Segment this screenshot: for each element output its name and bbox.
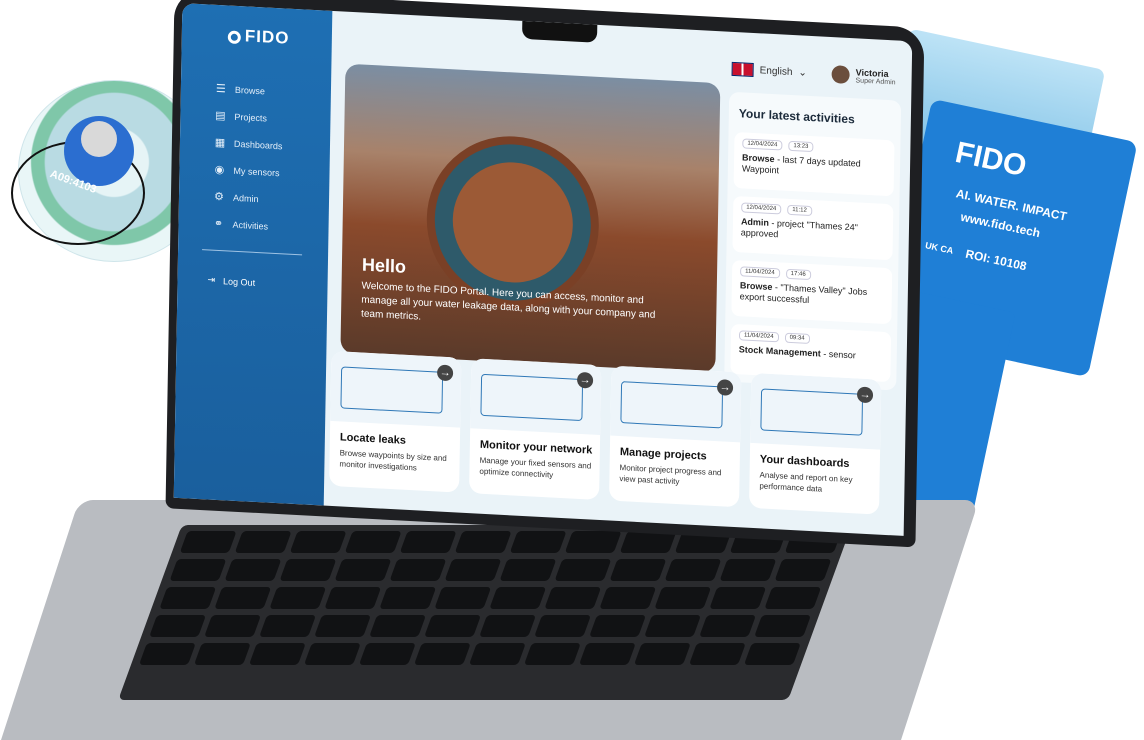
sensor-bolt xyxy=(81,121,117,157)
arrow-right-icon[interactable]: → xyxy=(856,386,874,404)
sidebar-item-browse[interactable]: ☰ Browse xyxy=(215,75,284,106)
hero-text: Welcome to the FIDO Portal. Here you can… xyxy=(360,280,656,323)
card-description: Monitor project progress and view past a… xyxy=(619,463,722,487)
map-illustration xyxy=(330,350,462,428)
card-description: Analyse and report on key performance da… xyxy=(759,470,853,494)
user-role: Super Admin xyxy=(855,76,896,86)
language-label: English xyxy=(759,64,793,78)
date-badge: 11/04/2024 xyxy=(738,330,779,343)
card-title: Monitor your network xyxy=(479,438,593,457)
sidebar-item-label: Admin xyxy=(232,192,259,204)
gear-icon: ⚙ xyxy=(213,190,225,203)
date-badge: 12/04/2024 xyxy=(742,138,783,151)
sidebar-item-label: Browse xyxy=(234,84,266,96)
logout-button[interactable]: ⇥ Log Out xyxy=(207,274,255,287)
sidebar-item-label: Dashboards xyxy=(233,138,283,151)
activity-item[interactable]: 12/04/2024 11:12 Admin - project "Thames … xyxy=(732,195,894,261)
activities-panel: Your latest activities 12/04/2024 13:23 B… xyxy=(724,91,902,391)
projects-illustration xyxy=(610,365,742,443)
arrow-right-icon[interactable]: → xyxy=(576,371,594,389)
sidebar-item-label: Projects xyxy=(234,111,268,124)
activity-item[interactable]: 12/04/2024 13:23 Browse - last 7 days upd… xyxy=(733,132,895,197)
time-badge: 09:34 xyxy=(784,332,810,344)
sidebar-divider xyxy=(202,249,303,256)
sensor-icon: ◉ xyxy=(214,163,225,176)
card-title: Locate leaks xyxy=(339,431,407,447)
card-description: Manage your fixed sensors and optimize c… xyxy=(479,455,592,480)
sidebar: FIDO ☰ Browse ▤ Projects ▦ Dashboards ◉ My s… xyxy=(173,3,333,506)
canyon-photo xyxy=(451,159,574,286)
card-title: Your dashboards xyxy=(759,453,850,471)
activity-item[interactable]: 11/04/2024 17:46 Browse - "Thames Valley"… xyxy=(731,259,893,325)
sidebar-item-dashboards[interactable]: ▦ Dashboards xyxy=(214,129,283,160)
logout-icon: ⇥ xyxy=(207,274,216,285)
date-badge: 11/04/2024 xyxy=(740,266,780,279)
hero-title: Hello xyxy=(361,254,407,277)
time-badge: 13:23 xyxy=(788,140,814,153)
card-manage-projects[interactable]: → Manage projects Monitor project progre… xyxy=(609,365,742,508)
network-illustration xyxy=(470,358,602,436)
card-title: Manage projects xyxy=(619,446,707,463)
date-badge: 12/04/2024 xyxy=(741,202,782,215)
sidebar-item-projects[interactable]: ▤ Projects xyxy=(214,102,283,133)
card-description: Browse waypoints by size and monitor inv… xyxy=(339,448,447,473)
fido-logo-icon xyxy=(227,30,241,45)
card-monitor-network[interactable]: → Monitor your network Manage your fixed… xyxy=(469,358,602,500)
sidebar-item-admin[interactable]: ⚙ Admin xyxy=(213,183,282,214)
list-icon: ☰ xyxy=(215,82,226,95)
laptop-keyboard xyxy=(118,525,852,700)
time-badge: 11:12 xyxy=(787,204,812,217)
time-badge: 17:46 xyxy=(785,268,811,281)
camera-notch xyxy=(522,20,598,43)
uk-flag-icon xyxy=(731,61,754,77)
activity-icon: ⚭ xyxy=(213,217,224,230)
hero-banner: Hello Welcome to the FIDO Portal. Here y… xyxy=(340,63,721,374)
arrow-right-icon[interactable]: → xyxy=(436,364,454,382)
user-menu[interactable]: Victoria Super Admin xyxy=(831,65,896,86)
grid-icon: ▦ xyxy=(214,136,226,149)
sidebar-item-activities[interactable]: ⚭ Activities xyxy=(212,210,281,241)
document-icon: ▤ xyxy=(215,109,226,122)
avatar xyxy=(831,65,850,85)
activities-title: Your latest activities xyxy=(738,106,855,127)
chevron-down-icon: ⌄ xyxy=(798,66,807,79)
card-locate-leaks[interactable]: → Locate leaks Browse waypoints by size … xyxy=(329,350,462,493)
dashboard-illustration xyxy=(750,372,882,450)
sidebar-item-my-sensors[interactable]: ◉ My sensors xyxy=(213,156,282,187)
language-selector[interactable]: English ⌄ xyxy=(731,61,807,80)
sidebar-item-label: My sensors xyxy=(233,165,280,178)
sidebar-nav: ☰ Browse ▤ Projects ▦ Dashboards ◉ My sensor… xyxy=(212,75,283,240)
sidebar-item-label: Activities xyxy=(232,219,269,232)
app-logo[interactable]: FIDO xyxy=(227,25,290,48)
card-dashboards[interactable]: → Your dashboards Analyse and report on … xyxy=(748,372,882,515)
portal-screen: FIDO ☰ Browse ▤ Projects ▦ Dashboards ◉ My s… xyxy=(173,3,913,536)
